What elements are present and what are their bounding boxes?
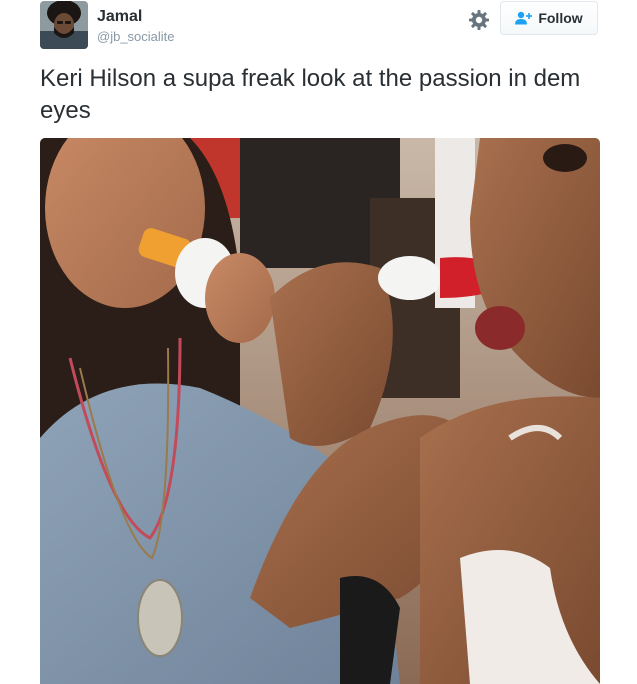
follow-label: Follow: [538, 10, 583, 26]
settings-button[interactable]: [467, 8, 491, 32]
follow-button[interactable]: Follow: [500, 1, 598, 35]
display-name[interactable]: Jamal: [97, 7, 175, 27]
gear-icon: [469, 10, 489, 30]
avatar-image: [40, 1, 88, 49]
screen-name[interactable]: @jb_socialite: [97, 28, 175, 46]
tweet-text: Keri Hilson a supa freak look at the pas…: [40, 65, 581, 124]
avatar[interactable]: [40, 1, 88, 49]
tweet-card: Jamal @jb_socialite Follow Keri Hilson a…: [0, 0, 637, 684]
author-info[interactable]: Jamal @jb_socialite: [97, 7, 175, 46]
add-user-icon: [515, 11, 533, 25]
photo-image: [40, 138, 600, 684]
tweet-media-photo[interactable]: [40, 138, 600, 684]
